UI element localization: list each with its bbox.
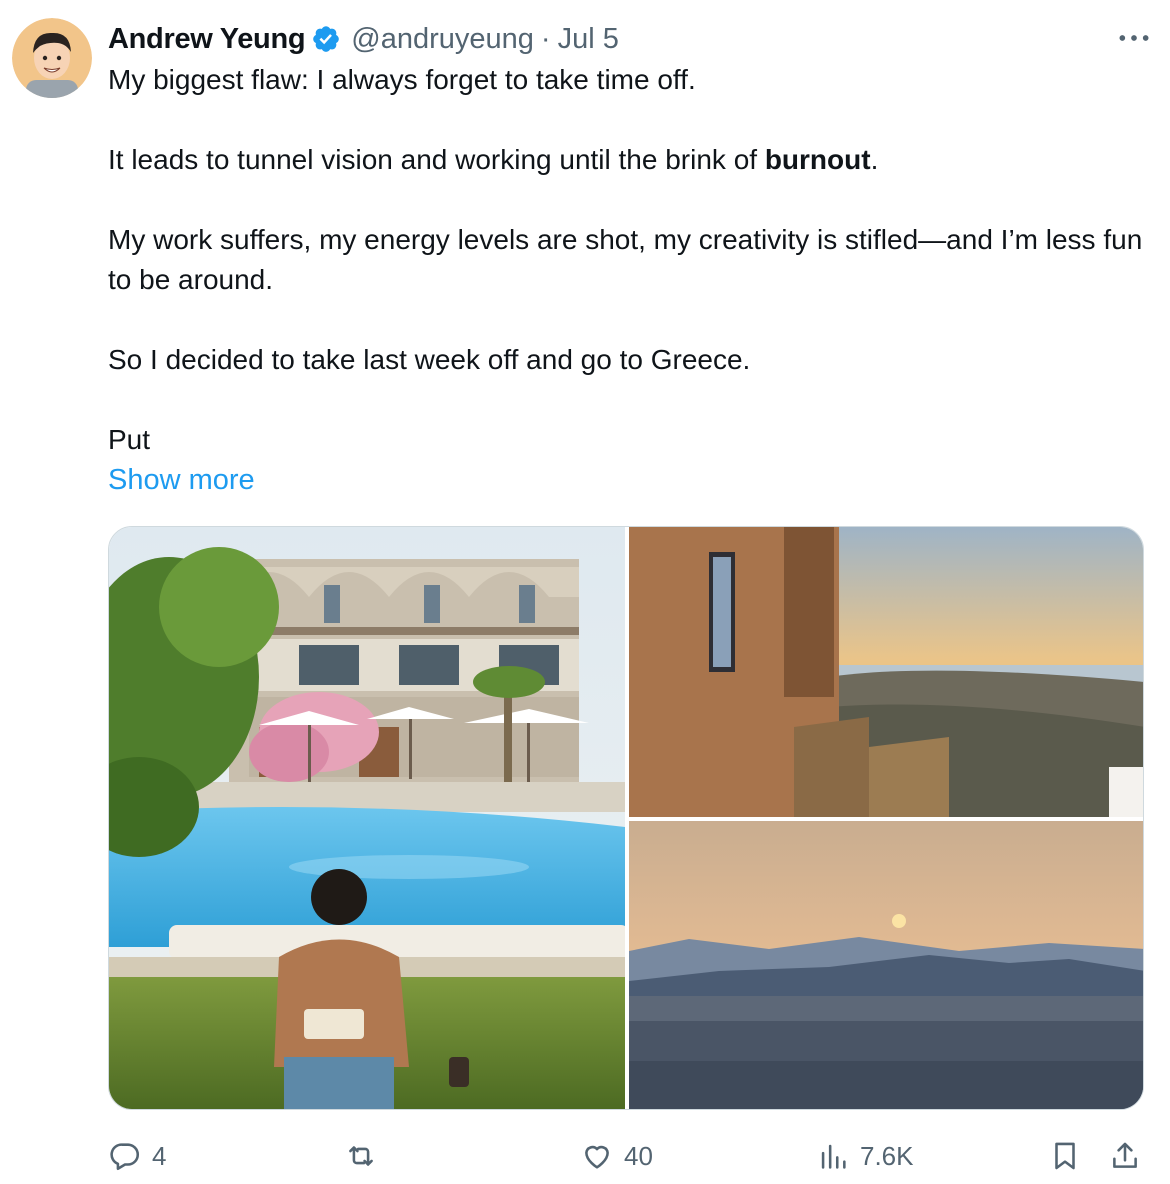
reply-count: 4 <box>152 1140 167 1171</box>
tweet-paragraph-2: It leads to tunnel vision and working un… <box>108 140 1148 180</box>
more-options-button[interactable] <box>1114 20 1154 56</box>
bold-text-burnout: burnout <box>764 144 871 175</box>
pool-photo-icon <box>109 527 625 1109</box>
verified-badge-icon[interactable] <box>311 24 341 54</box>
tweet-text: My biggest flaw: I always forget to take… <box>108 60 1148 500</box>
action-bar: 4 40 7.6K <box>108 1136 1148 1176</box>
share-button[interactable] <box>1108 1136 1142 1176</box>
reply-icon <box>110 1143 140 1171</box>
tweet-paragraph-3: My work suffers, my energy levels are sh… <box>108 224 1143 295</box>
photo-sunset-city[interactable] <box>629 821 1143 1109</box>
views-button[interactable]: 7.6K <box>816 1136 914 1176</box>
share-icon <box>1113 1142 1137 1168</box>
text-segment: It leads to tunnel vision and working un… <box>108 144 765 175</box>
media-grid <box>108 526 1144 1110</box>
tweet-paragraph-1: My biggest flaw: I always forget to take… <box>108 64 696 95</box>
views-chart-icon <box>821 1144 846 1169</box>
avatar[interactable] <box>12 18 92 98</box>
sunset-city-photo-icon <box>629 821 1143 1109</box>
like-button[interactable]: 40 <box>580 1136 653 1176</box>
tweet-header: Andrew Yeung @andruyeung · Jul 5 <box>108 20 619 58</box>
avatar-cartoon-icon <box>12 18 92 98</box>
retweet-button[interactable] <box>344 1136 388 1176</box>
reply-button[interactable]: 4 <box>108 1136 166 1176</box>
show-more-link[interactable]: Show more <box>108 460 1148 500</box>
like-count: 40 <box>624 1140 653 1171</box>
display-name[interactable]: Andrew Yeung <box>108 23 306 56</box>
bookmark-button[interactable] <box>1048 1136 1082 1176</box>
handle[interactable]: @andruyeung <box>351 23 534 56</box>
photo-pool-reading[interactable] <box>109 527 625 1109</box>
retweet-icon <box>349 1146 373 1166</box>
text-segment: . <box>870 144 879 175</box>
tweet-date[interactable]: Jul 5 <box>558 23 619 56</box>
separator-dot: · <box>540 22 551 55</box>
bookmark-icon <box>1055 1142 1075 1170</box>
views-count: 7.6K <box>860 1140 914 1171</box>
more-dots-icon <box>1119 35 1149 41</box>
sunset-building-photo-icon <box>629 527 1143 817</box>
heart-icon <box>585 1145 609 1169</box>
tweet-paragraph-4: So I decided to take last week off and g… <box>108 344 751 375</box>
tweet-paragraph-5: Put <box>108 424 151 455</box>
photo-sunset-building[interactable] <box>629 527 1143 817</box>
